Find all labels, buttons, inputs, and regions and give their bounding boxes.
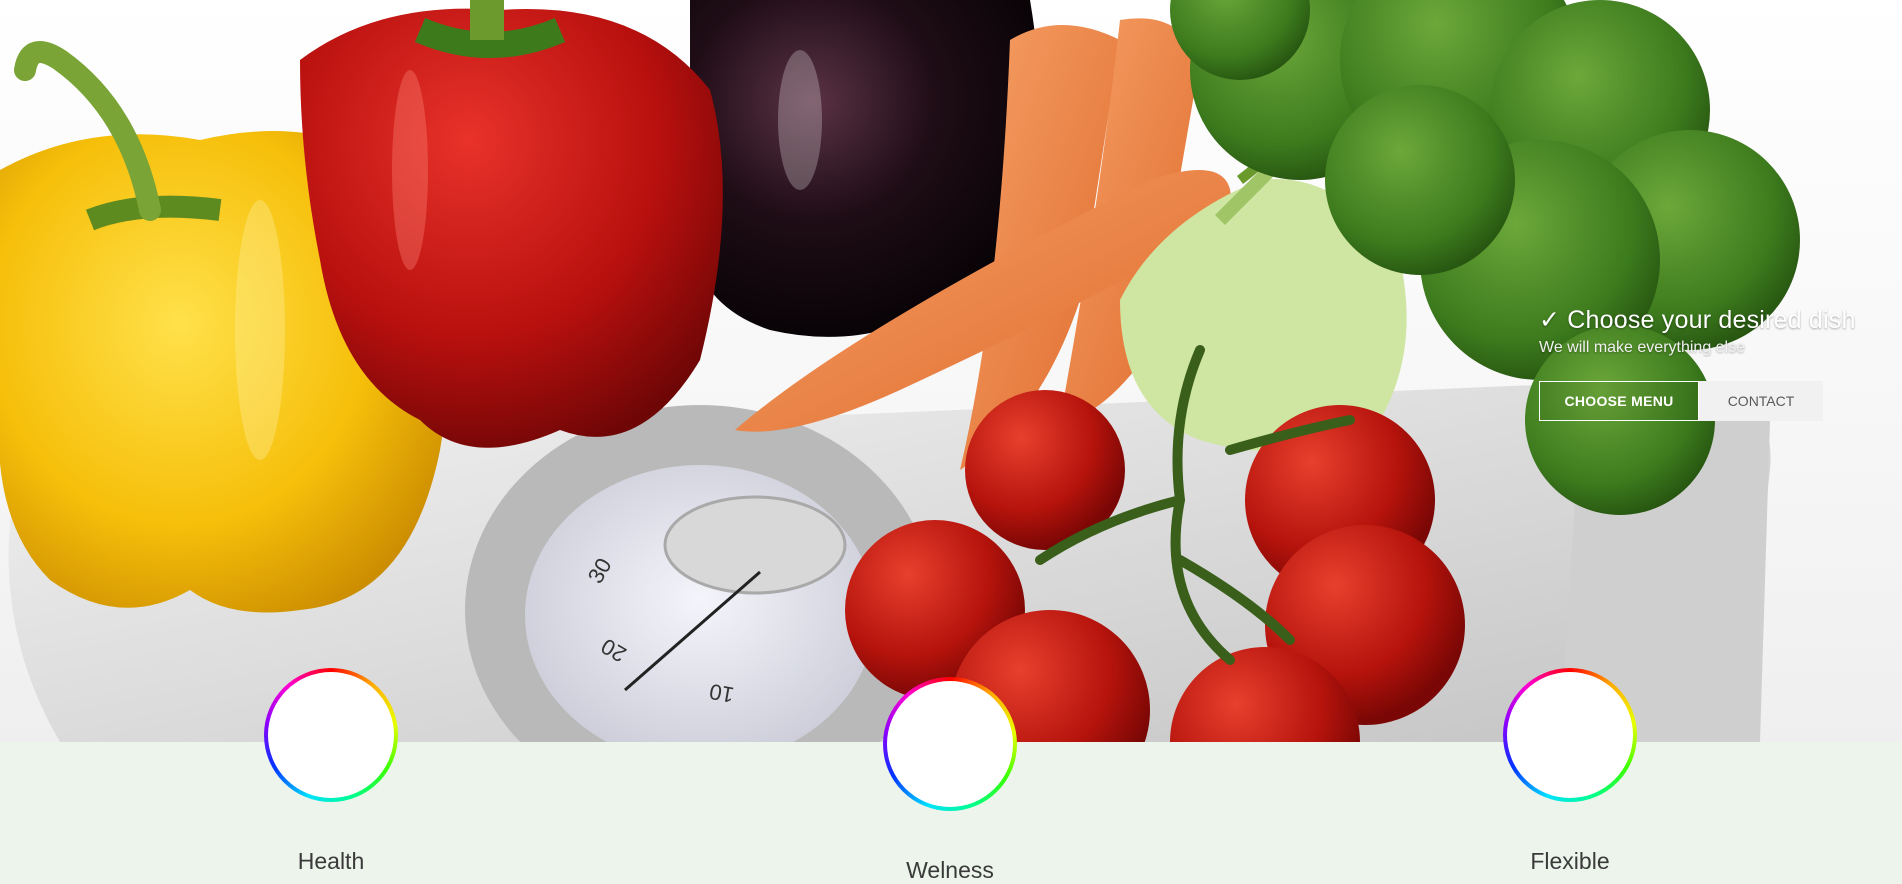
feature-welness-ring-inner [887,681,1013,807]
feature-flexible-ring-inner [1507,672,1633,798]
hero-slider: 30 20 10 ✓ Choose your desired dish We w… [0,0,1902,742]
scale-number-10: 10 [707,679,735,708]
feature-welness-label: Welness [906,857,994,883]
feature-health-label: Health [297,848,365,874]
feature-health-ring-icon [264,668,398,802]
feature-flexible-ring-icon [1503,668,1637,802]
contact-button[interactable]: CONTACT [1699,381,1823,421]
hero-caption: ✓ Choose your desired dish We will make … [1539,305,1902,357]
feature-flexible-label: Flexible [1530,848,1610,874]
feature-health-ring-inner [268,672,394,798]
hero-caption-subtitle: We will make everything else [1539,339,1746,356]
hero-image-vegetables-on-scale: 30 20 10 [0,0,1800,742]
hero-caption-title: ✓ Choose your desired dish [1539,306,1856,334]
choose-menu-button[interactable]: CHOOSE MENU [1539,381,1699,421]
feature-welness-ring-icon [883,677,1017,811]
